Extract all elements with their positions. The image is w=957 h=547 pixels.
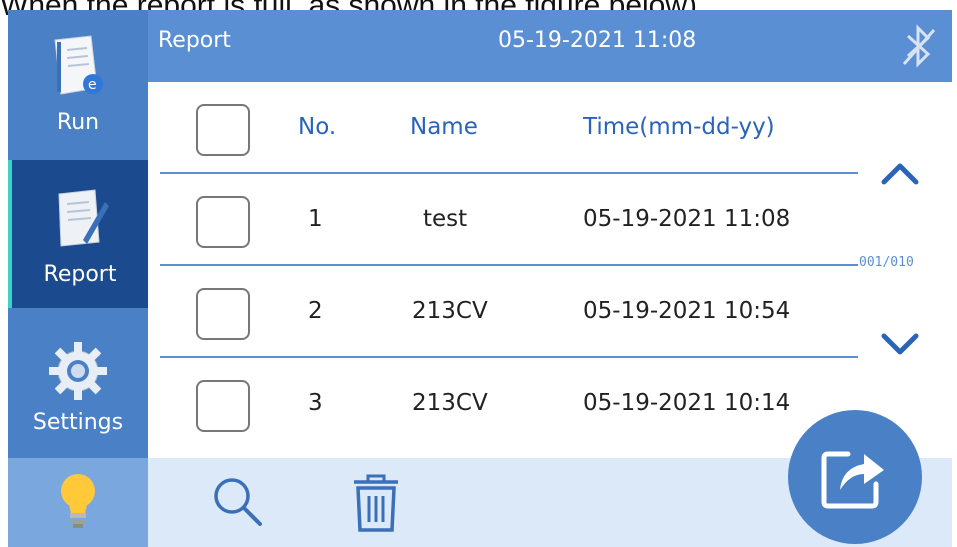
chevron-down-icon[interactable] bbox=[880, 332, 920, 362]
lightbulb-icon bbox=[56, 471, 100, 535]
row-checkbox[interactable] bbox=[196, 196, 250, 248]
row-no: 3 bbox=[308, 390, 323, 416]
column-header-no: No. bbox=[298, 114, 337, 140]
header-bar: Report 05-19-2021 11:08 bbox=[148, 10, 952, 82]
sidebar-item-label: Run bbox=[56, 110, 100, 135]
row-time: 05-19-2021 11:08 bbox=[583, 206, 791, 232]
row-checkbox[interactable] bbox=[196, 380, 250, 432]
page-title: Report bbox=[158, 28, 231, 53]
row-no: 1 bbox=[308, 206, 323, 232]
export-button[interactable] bbox=[788, 410, 922, 544]
table-header-row: No. Name Time(mm-dd-yy) bbox=[148, 82, 858, 174]
row-time: 05-19-2021 10:14 bbox=[583, 390, 791, 416]
device-screen: e Run Report Settings Report 05-19-2021 … bbox=[8, 10, 952, 547]
gear-icon bbox=[47, 340, 109, 406]
export-icon bbox=[818, 438, 892, 516]
search-icon[interactable] bbox=[210, 474, 266, 534]
row-no: 2 bbox=[308, 298, 323, 324]
column-header-time: Time(mm-dd-yy) bbox=[583, 114, 775, 140]
sidebar-item-settings[interactable]: Settings bbox=[8, 310, 148, 458]
sidebar-item-label: Settings bbox=[32, 410, 124, 435]
chevron-up-icon[interactable] bbox=[880, 160, 920, 190]
column-header-name: Name bbox=[410, 114, 478, 140]
table-row[interactable]: 1 test 05-19-2021 11:08 bbox=[148, 174, 858, 266]
row-name: test bbox=[423, 206, 468, 232]
report-doc-icon bbox=[45, 184, 115, 258]
svg-text:e: e bbox=[88, 77, 97, 93]
select-all-checkbox[interactable] bbox=[196, 104, 250, 156]
run-doc-icon: e bbox=[43, 32, 113, 106]
sidebar-item-report[interactable]: Report bbox=[8, 160, 148, 308]
row-checkbox[interactable] bbox=[196, 288, 250, 340]
header-datetime: 05-19-2021 11:08 bbox=[498, 28, 697, 53]
page-indicator: 001/010 bbox=[859, 255, 914, 270]
sidebar-item-label: Report bbox=[43, 262, 117, 287]
sidebar-item-run[interactable]: e Run bbox=[8, 10, 148, 158]
sidebar: e Run Report Settings bbox=[8, 10, 148, 547]
table-row[interactable]: 2 213CV 05-19-2021 10:54 bbox=[148, 266, 858, 358]
row-name: 213CV bbox=[412, 298, 488, 324]
table-row[interactable]: 3 213CV 05-19-2021 10:14 bbox=[148, 358, 858, 450]
sidebar-item-tips[interactable] bbox=[8, 458, 148, 547]
bluetooth-icon[interactable] bbox=[898, 22, 938, 74]
row-name: 213CV bbox=[412, 390, 488, 416]
row-time: 05-19-2021 10:54 bbox=[583, 298, 791, 324]
trash-icon[interactable] bbox=[348, 472, 404, 538]
